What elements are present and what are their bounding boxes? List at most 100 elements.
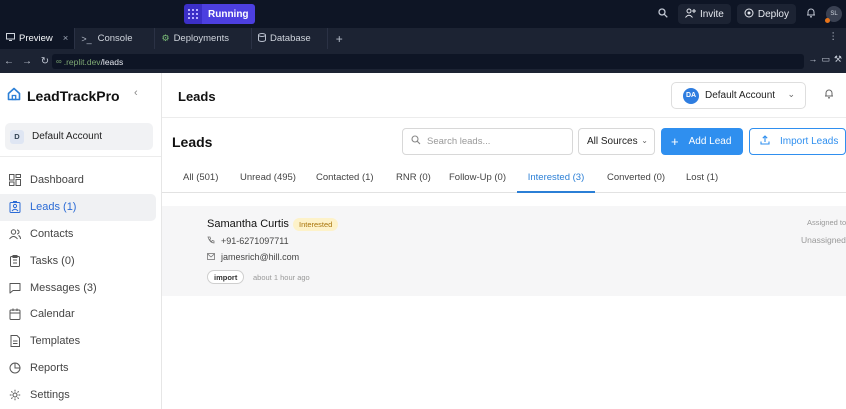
tab-database[interactable]: Database: [252, 28, 328, 49]
sidebar-item-reports[interactable]: Reports: [0, 355, 162, 382]
sidebar-item-label: Messages (3): [30, 281, 97, 294]
sidebar-nav: Dashboard Leads (1) Contacts Tasks (0) M…: [0, 167, 162, 408]
tab-preview[interactable]: Preview ×: [0, 28, 76, 49]
assigned-value[interactable]: Unassigned: [801, 235, 846, 245]
back-icon[interactable]: ←: [0, 56, 18, 67]
tab-interested[interactable]: Interested (3): [517, 168, 595, 193]
sidebar-item-label: Dashboard: [30, 174, 84, 187]
lead-email-value: jamesrich@hill.com: [221, 252, 300, 262]
add-user-icon: [685, 8, 696, 21]
sidebar-item-calendar[interactable]: Calendar: [0, 301, 162, 328]
tab-rnr[interactable]: RNR (0): [396, 168, 431, 193]
monitor-icon: [6, 33, 15, 44]
sidebar-item-label: Calendar: [30, 308, 75, 321]
reports-icon: [9, 362, 21, 374]
sidebar-item-tasks[interactable]: Tasks (0): [0, 247, 162, 274]
lead-row[interactable]: Samantha Curtis Interested +91-627109771…: [162, 206, 846, 296]
add-lead-label: Add Lead: [688, 136, 732, 147]
search-input[interactable]: [427, 136, 562, 147]
upload-icon: [760, 135, 770, 148]
chevron-down-icon: ⌄: [641, 136, 648, 145]
sidebar-item-label: Settings: [30, 388, 70, 401]
templates-icon: [9, 335, 21, 348]
url-host: .replit.dev: [63, 56, 101, 67]
source-filter-value: All Sources: [587, 136, 638, 147]
database-icon: [258, 32, 267, 45]
tab-deployments[interactable]: ⚙ Deployments: [155, 28, 253, 49]
import-leads-button[interactable]: Import Leads: [749, 128, 846, 155]
lead-name[interactable]: Samantha Curtis: [207, 218, 289, 230]
chevron-down-icon: ⌄: [787, 89, 795, 99]
account-initial: D: [10, 129, 24, 144]
sidebar-item-label: Leads (1): [30, 201, 77, 214]
mail-icon: [207, 252, 215, 262]
contacts-icon: [9, 228, 21, 240]
lead-select-checkbox[interactable]: [177, 218, 189, 230]
tab-lost[interactable]: Lost (1): [686, 168, 718, 193]
deploy-icon: [744, 8, 754, 21]
dashboard-icon: [9, 174, 21, 187]
source-filter-select[interactable]: All Sources ⌄: [578, 128, 655, 155]
search-box[interactable]: [402, 128, 573, 155]
grid-icon[interactable]: [184, 4, 202, 24]
account-switcher[interactable]: D Default Account: [5, 123, 153, 150]
sidebar-item-contacts[interactable]: Contacts: [0, 221, 162, 248]
plus-icon: +: [671, 134, 679, 149]
forward-icon[interactable]: →: [18, 56, 36, 67]
sidebar-item-dashboard[interactable]: Dashboard: [0, 167, 162, 194]
account-select[interactable]: DA Default Account ⌄: [671, 82, 806, 109]
tab-preview-label: Preview: [19, 33, 53, 44]
replit-topbar: Running Invite Deploy SL: [0, 0, 846, 28]
sidebar-item-settings[interactable]: Settings: [0, 381, 162, 408]
run-control[interactable]: Running: [184, 4, 255, 24]
account-name: Default Account: [32, 131, 103, 142]
tab-contacted[interactable]: Contacted (1): [316, 168, 374, 193]
assigned-label: Assigned to: [807, 218, 846, 227]
sidebar-item-leads[interactable]: Leads (1): [0, 193, 156, 221]
tab-console[interactable]: >_ Console: [75, 28, 156, 49]
app-header: Leads DA Default Account ⌄: [162, 73, 846, 118]
user-avatar[interactable]: SL: [825, 6, 842, 23]
open-external-icon[interactable]: →: [808, 54, 817, 65]
sidebar-item-messages[interactable]: Messages (3): [0, 274, 162, 301]
add-tab-button[interactable]: +: [328, 32, 351, 46]
tab-unread[interactable]: Unread (495): [240, 168, 296, 193]
lead-status-tabs: All (501) Unread (495) Contacted (1) RNR…: [162, 168, 846, 193]
url-field[interactable]: ∞ .replit.dev /leads: [52, 54, 804, 69]
sidebar-item-label: Reports: [30, 361, 69, 374]
tab-follow-up[interactable]: Follow-Up (0): [449, 168, 506, 193]
brand[interactable]: LeadTrackPro: [7, 87, 120, 104]
sidebar: LeadTrackPro ‹ D Default Account Dashboa…: [0, 73, 162, 409]
sidebar-divider: [0, 156, 161, 157]
import-leads-label: Import Leads: [780, 136, 839, 147]
leads-list: Samantha Curtis Interested +91-627109771…: [162, 206, 846, 296]
sidebar-item-templates[interactable]: Templates: [0, 328, 162, 355]
page-title: Leads: [178, 89, 216, 104]
tasks-icon: [9, 254, 21, 267]
running-button[interactable]: Running: [202, 4, 255, 24]
deploy-button[interactable]: Deploy: [736, 4, 796, 24]
settings-icon: [9, 389, 21, 401]
tab-converted[interactable]: Converted (0): [607, 168, 665, 193]
devices-icon[interactable]: ▭: [821, 54, 830, 65]
notification-bell-icon[interactable]: [824, 88, 834, 102]
invite-button[interactable]: Invite: [677, 4, 731, 24]
calendar-icon: [9, 308, 21, 321]
deploy-label: Deploy: [757, 8, 789, 20]
collapse-sidebar-icon[interactable]: ‹: [134, 87, 138, 99]
leadtrackpro-app: LeadTrackPro ‹ D Default Account Dashboa…: [0, 73, 846, 409]
messages-icon: [9, 282, 21, 294]
close-icon[interactable]: ×: [63, 33, 69, 44]
deploy-icon: ⚙: [161, 33, 170, 43]
more-icon[interactable]: ⋮: [829, 31, 839, 42]
devtools-icon[interactable]: ⚒: [834, 54, 842, 65]
url-path: /leads: [100, 56, 124, 67]
lead-phone: +91-6271097711: [207, 236, 289, 246]
sidebar-item-label: Tasks (0): [30, 254, 75, 267]
account-select-label: Default Account: [705, 90, 776, 101]
bell-icon[interactable]: [802, 7, 820, 21]
search-icon[interactable]: [654, 7, 672, 21]
workspace-tabbar: Preview × >_ Console ⚙ Deployments Datab…: [0, 28, 846, 49]
tab-all[interactable]: All (501): [183, 168, 218, 193]
add-lead-button[interactable]: + Add Lead: [661, 128, 743, 155]
